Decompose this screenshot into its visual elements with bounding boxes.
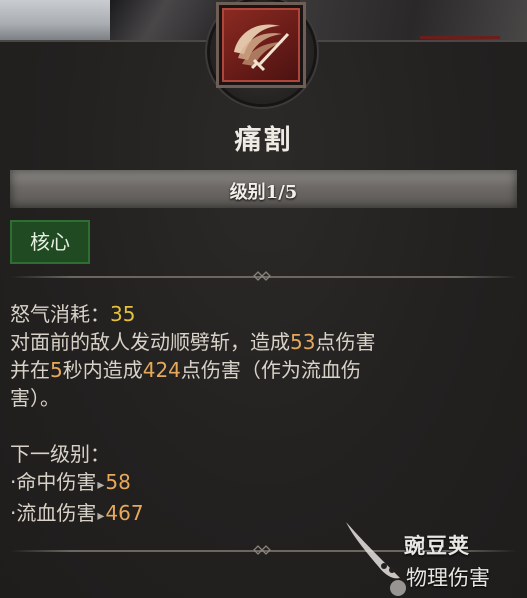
next-rank-label: 命中伤害 <box>16 470 97 494</box>
arrow-right-icon: ▸ <box>97 508 105 524</box>
bleed-damage-value: 424 <box>142 358 181 382</box>
skill-category-tag: 核心 <box>10 220 90 264</box>
rage-cost-line: 怒气消耗：35 <box>10 300 510 328</box>
divider-ornament-icon <box>253 271 271 281</box>
next-rank-header: 下一级别： <box>10 442 110 466</box>
rage-cost-value: 35 <box>110 302 136 326</box>
description-text: 点伤害（作为流血伤 <box>180 358 361 382</box>
description-text: 点伤害 <box>315 330 376 354</box>
arrow-right-icon: ▸ <box>97 477 105 493</box>
next-rank-item: ·命中伤害▸58 <box>10 468 510 499</box>
description-line-3: 害）。 <box>10 384 510 412</box>
skill-rank: 级别1/5 <box>229 182 298 203</box>
sky-area <box>0 0 120 40</box>
section-divider <box>10 271 517 281</box>
slash-blade-svg <box>234 24 290 72</box>
watermark-brand: 豌豆荚 <box>404 534 470 558</box>
description-line-1: 对面前的敌人发动顺劈斩，造成53点伤害 <box>10 328 510 356</box>
hit-damage-value: 53 <box>290 330 316 354</box>
bleed-duration-value: 5 <box>50 358 63 382</box>
rock-area-right <box>300 0 527 40</box>
skill-name: 痛割 <box>234 125 293 156</box>
next-rank-value: 58 <box>105 470 131 494</box>
divider-ornament-icon <box>253 545 271 555</box>
description-line-2: 并在5秒内造成424点伤害（作为流血伤 <box>10 356 510 384</box>
description-text: 对面前的敌人发动顺劈斩，造成 <box>10 330 290 354</box>
next-rank-value: 467 <box>105 501 144 525</box>
red-accent-line <box>420 36 500 39</box>
skill-description: 怒气消耗：35 对面前的敌人发动顺劈斩，造成53点伤害 并在5秒内造成424点伤… <box>10 300 510 412</box>
description-text: 害）。 <box>10 386 60 410</box>
watermark-caption: 物理伤害 <box>406 566 490 590</box>
rage-cost-label: 怒气消耗： <box>10 302 110 326</box>
description-text: 秒内造成 <box>62 358 143 382</box>
description-text: 并在 <box>10 358 50 382</box>
slash-blade-icon <box>222 8 300 82</box>
next-rank-label: 流血伤害 <box>16 501 97 525</box>
